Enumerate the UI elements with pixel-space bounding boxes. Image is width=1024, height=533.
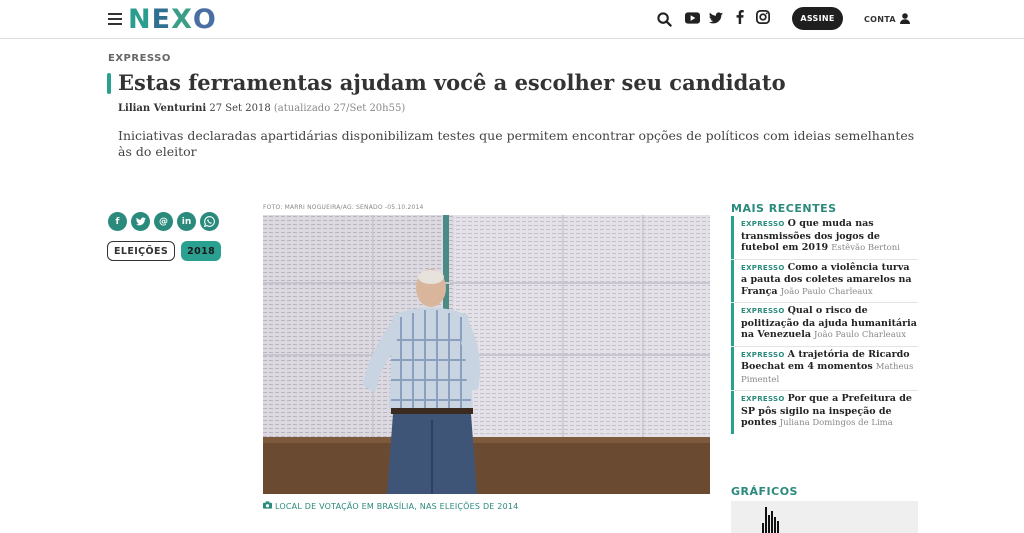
article-author[interactable]: Lilian Venturini [118,103,206,114]
twitter-share-icon[interactable] [131,212,150,231]
photo-caption-text: LOCAL DE VOTAÇÃO EM BRASÍLIA, NAS ELEIÇÕ… [275,501,519,511]
graphics-thumbnail[interactable] [731,501,918,533]
recent-author: Estêvão Bertoni [831,243,900,253]
account-label: CONTA [864,15,896,24]
photo-caption: LOCAL DE VOTAÇÃO EM BRASÍLIA, NAS ELEIÇÕ… [263,501,518,511]
article-photo [263,215,710,494]
top-navigation-bar: N E X O ASSINE CONTA [0,0,1024,39]
user-icon [899,13,910,26]
recent-article[interactable]: EXPRESSO Qual o risco de politização da … [731,303,918,347]
logo-letter-n: N [128,4,152,35]
facebook-icon[interactable] [731,8,749,26]
recent-article[interactable]: EXPRESSO O que muda nas transmissões dos… [731,216,918,260]
graphics-section-title: GRÁFICOS [731,485,798,498]
article-dek: Iniciativas declaradas apartidárias disp… [118,128,915,159]
tag-list: ELEIÇÕES 2018 [107,241,222,261]
twitter-icon[interactable] [707,9,725,27]
recent-kicker: EXPRESSO [741,395,785,403]
facebook-share-icon[interactable]: f [108,212,127,231]
recent-kicker: EXPRESSO [741,263,785,272]
linkedin-share-icon[interactable]: in [177,212,196,231]
recent-articles-list: EXPRESSO O que muda nas transmissões dos… [731,216,918,434]
recent-article[interactable]: EXPRESSO Por que a Prefeitura de SP pôs … [731,391,918,434]
account-link[interactable]: CONTA [864,13,910,26]
logo-letter-e: E [151,4,172,35]
tag-2018[interactable]: 2018 [181,241,222,261]
hamburger-menu-icon[interactable] [108,13,122,25]
search-icon[interactable] [655,10,673,28]
instagram-icon[interactable] [754,8,772,26]
subscribe-button[interactable]: ASSINE [792,7,843,30]
email-share-icon[interactable]: @ [154,212,173,231]
recent-kicker: EXPRESSO [741,307,785,315]
recent-kicker: EXPRESSO [741,220,785,228]
recent-author: Juliana Domingos de Lima [779,418,893,428]
youtube-icon[interactable] [683,9,701,27]
recent-author: João Paulo Charleaux [814,330,907,340]
title-accent-bar [107,73,111,94]
recent-section-title: MAIS RECENTES [731,202,837,215]
recent-author: João Paulo Charleaux [780,286,873,297]
whatsapp-share-icon[interactable] [200,212,219,231]
recent-article[interactable]: EXPRESSO A trajetória de Ricardo Boechat… [731,346,918,391]
article-byline: Lilian Venturini 27 Set 2018 (atualizado… [118,103,405,114]
article-date: 27 Set 2018 [209,103,271,114]
tag-eleicoes[interactable]: ELEIÇÕES [107,241,176,261]
nexo-logo[interactable]: N E X O [128,6,217,33]
recent-kicker: EXPRESSO [741,350,785,359]
camera-icon [263,501,272,511]
recent-article[interactable]: EXPRESSO Como a violência turva a pauta … [731,259,918,303]
article-updated: (atualizado 27/Set 20h55) [273,103,406,114]
photo-credit: FOTO: MARRI NOGUEIRA/AG. SENADO -05.10.2… [263,204,424,211]
logo-letter-x: X [171,4,193,35]
share-bar: f @ in [108,212,219,231]
article-kicker[interactable]: EXPRESSO [108,53,171,64]
logo-letter-o: O [192,4,217,35]
article-title: Estas ferramentas ajudam você a escolher… [118,70,786,95]
